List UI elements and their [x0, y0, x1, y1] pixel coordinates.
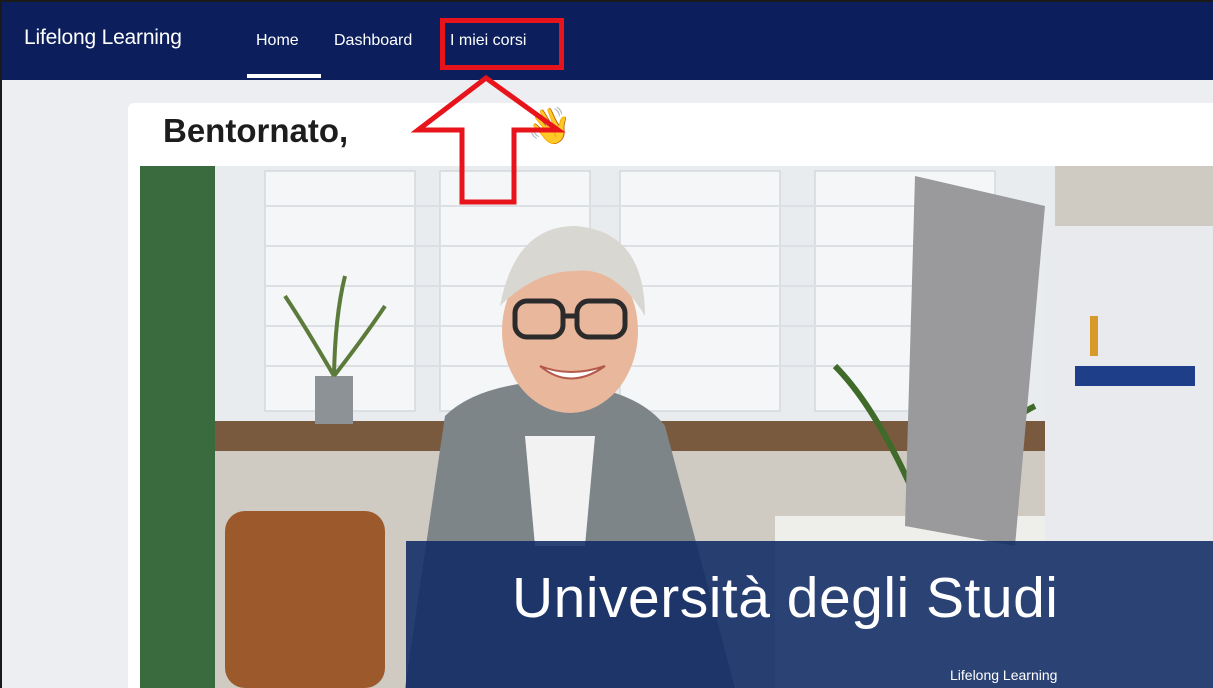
- annotation-highlight-box: [440, 18, 564, 70]
- hero-subtitle: Lifelong Learning: [950, 667, 1058, 683]
- nav-item-dashboard[interactable]: Dashboard: [334, 32, 412, 50]
- top-navbar: [2, 2, 1213, 80]
- hero-title: Università degli Studi: [512, 566, 1059, 630]
- welcome-heading: Bentornato,: [163, 112, 349, 149]
- hero-green-strip: [140, 166, 215, 688]
- site-brand[interactable]: Lifelong Learning: [24, 26, 182, 50]
- nav-item-home[interactable]: Home: [256, 32, 299, 50]
- nav-active-indicator: [247, 74, 321, 78]
- wave-hand-icon: 👋: [527, 105, 572, 146]
